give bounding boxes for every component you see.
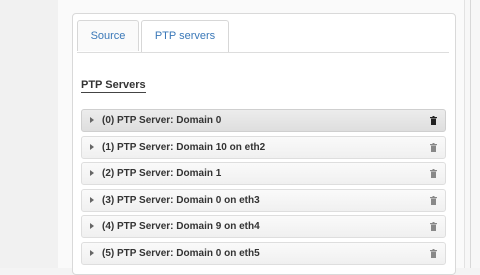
server-row[interactable]: (4) PTP Server: Domain 9 on eth4 — [81, 215, 446, 239]
settings-card: Source PTP servers PTP Servers (0) PTP S… — [72, 13, 456, 275]
server-row[interactable]: (3) PTP Server: Domain 0 on eth3 — [81, 188, 446, 212]
divider — [470, 0, 471, 268]
tab-ptp-servers[interactable]: PTP servers — [141, 20, 229, 52]
trash-icon[interactable] — [430, 195, 437, 205]
server-row[interactable]: (2) PTP Server: Domain 1 — [81, 162, 446, 186]
caret-right-icon — [90, 223, 94, 230]
trash-icon[interactable] — [430, 142, 437, 152]
trash-icon[interactable] — [430, 222, 437, 232]
server-label: (3) PTP Server: Domain 0 on eth3 — [102, 194, 260, 206]
trash-icon[interactable] — [430, 248, 437, 258]
server-row[interactable]: (1) PTP Server: Domain 10 on eth2 — [81, 135, 446, 159]
right-panel-edge — [464, 0, 480, 268]
server-label: (0) PTP Server: Domain 0 — [102, 115, 222, 126]
tab-bar: Source PTP servers — [77, 20, 449, 53]
caret-right-icon — [90, 117, 94, 123]
server-label: (2) PTP Server: Domain 1 — [102, 168, 222, 180]
left-panel — [0, 0, 59, 268]
server-label: (4) PTP Server: Domain 9 on eth4 — [102, 221, 260, 233]
caret-right-icon — [90, 143, 94, 150]
server-label: (5) PTP Server: Domain 0 on eth5 — [102, 247, 260, 259]
tab-source[interactable]: Source — [77, 20, 139, 51]
server-row[interactable]: (5) PTP Server: Domain 0 on eth5 — [81, 241, 446, 265]
caret-right-icon — [90, 196, 94, 203]
trash-icon[interactable] — [430, 169, 437, 179]
section-title: PTP Servers — [81, 79, 146, 93]
server-row[interactable]: (0) PTP Server: Domain 0 — [81, 109, 446, 132]
server-label: (1) PTP Server: Domain 10 on eth2 — [102, 141, 266, 153]
caret-right-icon — [90, 249, 94, 256]
caret-right-icon — [90, 170, 94, 177]
trash-icon[interactable] — [430, 116, 437, 125]
server-list: (0) PTP Server: Domain 0 (1) PTP Server:… — [81, 109, 446, 269]
main-content: Source PTP servers PTP Servers (0) PTP S… — [58, 0, 464, 275]
